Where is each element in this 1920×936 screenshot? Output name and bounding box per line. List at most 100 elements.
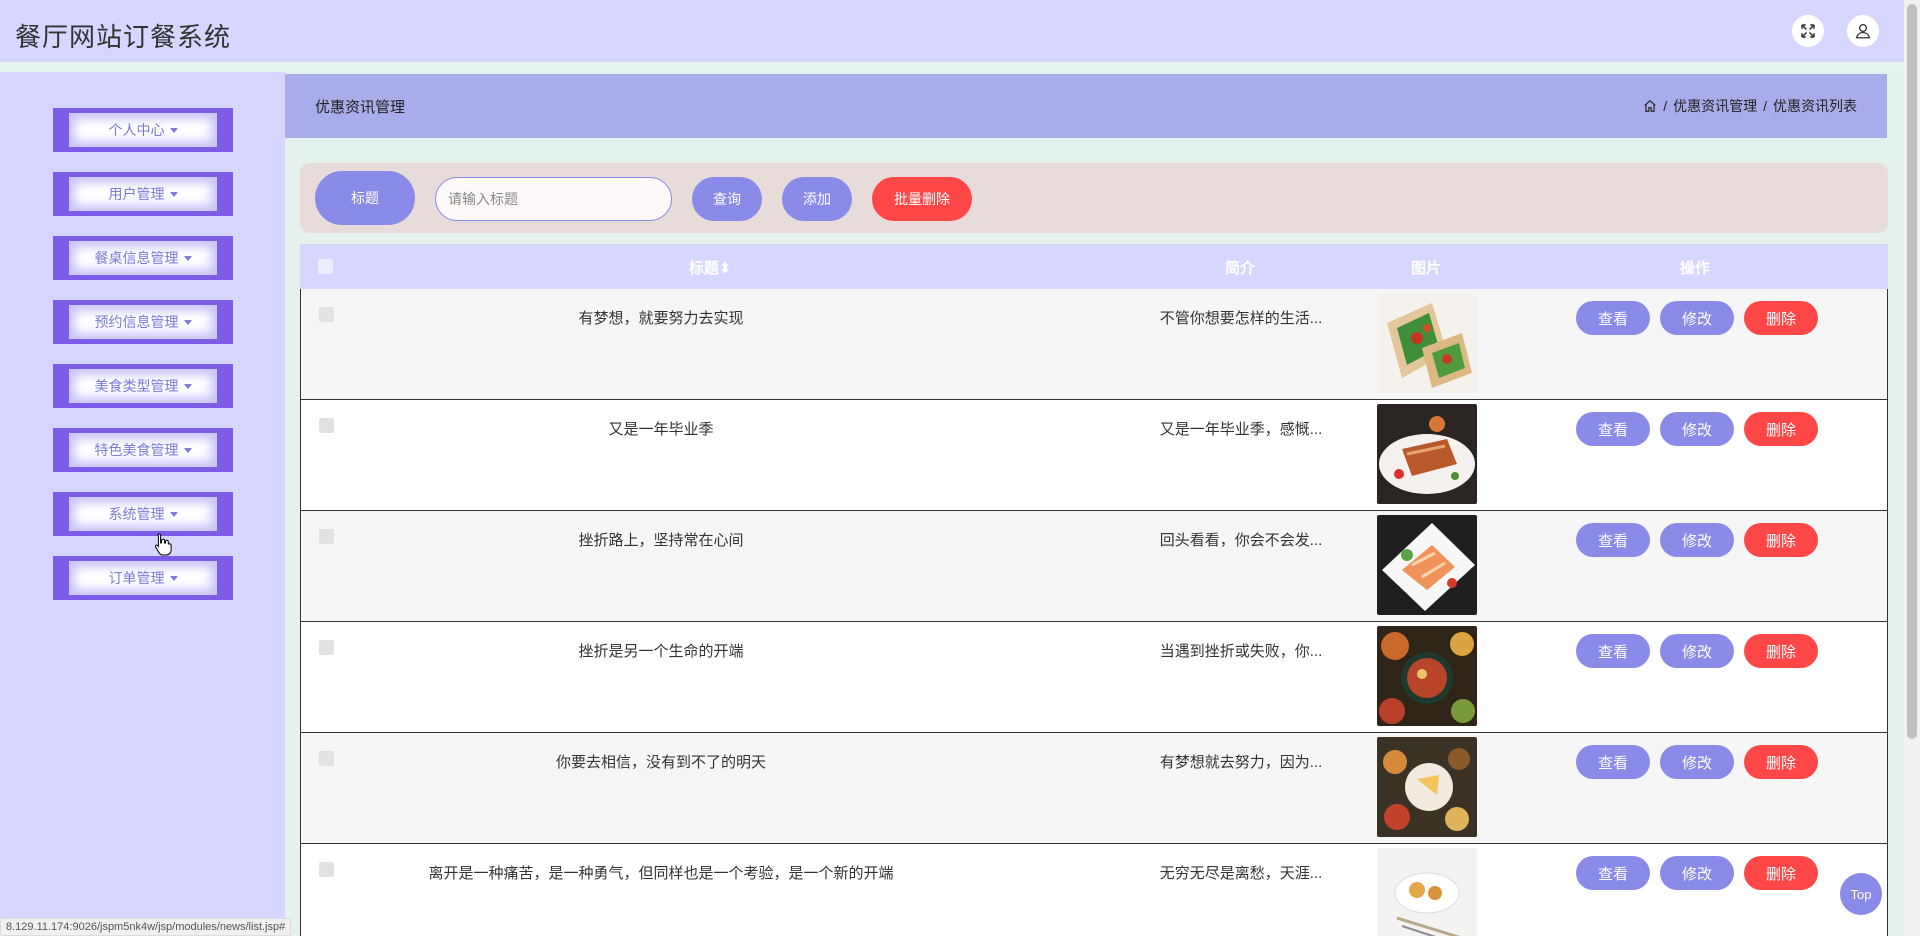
back-to-top-button[interactable]: Top — [1840, 873, 1882, 915]
sidebar-item-label: 美食类型管理 — [94, 378, 179, 394]
search-label: 标题 — [315, 171, 415, 225]
caret-down-icon — [169, 575, 178, 581]
sidebar-item-food-type[interactable]: 美食类型管理 — [53, 364, 233, 408]
sashimi-plate-image — [1377, 515, 1477, 615]
row-title: 又是一年毕业季 — [608, 421, 714, 438]
row-intro: 回头看看，你会不会发... — [1159, 532, 1323, 549]
delete-button[interactable]: 删除 — [1744, 856, 1818, 890]
sidebar-item-system[interactable]: 系统管理 — [53, 492, 233, 536]
sidebar-item-button[interactable]: 个人中心 — [69, 113, 217, 147]
breadcrumb-separator: / — [1663, 98, 1668, 114]
caret-down-icon — [183, 383, 192, 389]
sidebar-item-orders[interactable]: 订单管理 — [53, 556, 233, 600]
top-bar: 餐厅网站订餐系统 — [0, 0, 1904, 62]
table-spread-image — [1377, 626, 1477, 726]
sidebar-item-button[interactable]: 系统管理 — [69, 497, 217, 531]
delete-button[interactable]: 删除 — [1744, 523, 1818, 557]
sidebar-item-label: 餐桌信息管理 — [94, 250, 179, 266]
view-button[interactable]: 查看 — [1576, 856, 1650, 890]
sidebar-item-user-management[interactable]: 用户管理 — [53, 172, 233, 216]
query-button[interactable]: 查询 — [692, 177, 762, 221]
row-checkbox[interactable] — [319, 529, 334, 544]
content-header: 优惠资讯管理 / 优惠资讯管理 / 优惠资讯列表 — [285, 74, 1887, 138]
breadcrumb-separator: / — [1763, 98, 1767, 114]
user-button[interactable] — [1847, 15, 1879, 47]
row-intro: 无穷无尽是离愁，天涯... — [1159, 865, 1323, 882]
sidebar-item-button[interactable]: 美食类型管理 — [69, 369, 217, 403]
row-title: 离开是一种痛苦，是一种勇气，但同样也是一个考验，是一个新的开端 — [428, 865, 894, 882]
breadcrumb: / 优惠资讯管理 / 优惠资讯列表 — [1643, 96, 1857, 116]
search-bar: 标题 查询 添加 批量删除 — [300, 163, 1888, 233]
sidebar-item-special-food[interactable]: 特色美食管理 — [53, 428, 233, 472]
delete-button[interactable]: 删除 — [1744, 412, 1818, 446]
sidebar-item-label: 特色美食管理 — [94, 442, 179, 458]
home-icon[interactable] — [1643, 99, 1657, 113]
row-intro: 又是一年毕业季，感慨... — [1159, 421, 1323, 438]
table-row: 你要去相信，没有到不了的明天 有梦想就去努力，因为... 查看 修改 删除 — [300, 733, 1888, 844]
cheese-platter-image — [1377, 737, 1477, 837]
view-button[interactable]: 查看 — [1576, 634, 1650, 668]
news-table: 标题⬍ 简介 图片 操作 有梦想，就要努力去实现 不管你想要怎样的生活... 查… — [300, 244, 1888, 936]
wrap-food-image — [1377, 293, 1477, 393]
view-button[interactable]: 查看 — [1576, 412, 1650, 446]
table-header: 标题⬍ 简介 图片 操作 — [300, 244, 1888, 289]
fullscreen-button[interactable] — [1792, 15, 1824, 47]
row-checkbox[interactable] — [319, 751, 334, 766]
row-intro: 有梦想就去努力，因为... — [1159, 754, 1323, 771]
cursor-hand-icon — [154, 533, 172, 556]
row-intro: 当遇到挫折或失败，你... — [1159, 643, 1323, 660]
delete-button[interactable]: 删除 — [1744, 301, 1818, 335]
batch-delete-button[interactable]: 批量删除 — [872, 177, 972, 221]
caret-down-icon — [183, 255, 192, 261]
caret-down-icon — [169, 511, 178, 517]
table-row: 挫折是另一个生命的开端 当遇到挫折或失败，你... 查看 修改 删除 — [300, 622, 1888, 733]
sidebar-item-label: 预约信息管理 — [94, 314, 179, 330]
row-title: 挫折路上，坚持常在心间 — [578, 532, 744, 549]
sidebar-item-label: 订单管理 — [108, 570, 165, 586]
edit-button[interactable]: 修改 — [1660, 412, 1734, 446]
view-button[interactable]: 查看 — [1576, 745, 1650, 779]
fullscreen-icon — [1801, 24, 1815, 38]
sidebar-item-table-info[interactable]: 餐桌信息管理 — [53, 236, 233, 280]
column-header-title[interactable]: 标题⬍ — [650, 257, 770, 278]
search-input[interactable] — [435, 177, 672, 221]
caret-down-icon — [169, 127, 178, 133]
pastry-plate-image — [1377, 848, 1477, 936]
edit-button[interactable]: 修改 — [1660, 745, 1734, 779]
row-checkbox[interactable] — [319, 862, 334, 877]
scrollbar-thumb[interactable] — [1907, 4, 1917, 739]
edit-button[interactable]: 修改 — [1660, 523, 1734, 557]
app-title: 餐厅网站订餐系统 — [15, 22, 232, 52]
view-button[interactable]: 查看 — [1576, 523, 1650, 557]
sidebar-item-label: 系统管理 — [108, 506, 165, 522]
page-title: 优惠资讯管理 — [315, 99, 406, 116]
edit-button[interactable]: 修改 — [1660, 301, 1734, 335]
sidebar-item-button[interactable]: 特色美食管理 — [69, 433, 217, 467]
table-row: 挫折路上，坚持常在心间 回头看看，你会不会发... 查看 修改 删除 — [300, 511, 1888, 622]
sidebar-item-button[interactable]: 餐桌信息管理 — [69, 241, 217, 275]
table-row: 又是一年毕业季 又是一年毕业季，感慨... 查看 修改 删除 — [300, 400, 1888, 511]
view-button[interactable]: 查看 — [1576, 301, 1650, 335]
sidebar-item-button[interactable]: 用户管理 — [69, 177, 217, 211]
delete-button[interactable]: 删除 — [1744, 745, 1818, 779]
add-button[interactable]: 添加 — [782, 177, 852, 221]
breadcrumb-item-current: 优惠资讯列表 — [1773, 98, 1857, 114]
sidebar-item-label: 个人中心 — [108, 122, 165, 138]
edit-button[interactable]: 修改 — [1660, 634, 1734, 668]
sidebar-item-personal-center[interactable]: 个人中心 — [53, 108, 233, 152]
select-all-checkbox[interactable] — [318, 259, 333, 274]
row-title: 有梦想，就要努力去实现 — [578, 310, 744, 327]
row-checkbox[interactable] — [319, 307, 334, 322]
sidebar-item-button[interactable]: 订单管理 — [69, 561, 217, 595]
sidebar-item-button[interactable]: 预约信息管理 — [69, 305, 217, 339]
edit-button[interactable]: 修改 — [1660, 856, 1734, 890]
caret-down-icon — [183, 319, 192, 325]
breadcrumb-item[interactable]: 优惠资讯管理 — [1673, 96, 1757, 116]
divider — [0, 62, 1904, 72]
delete-button[interactable]: 删除 — [1744, 634, 1818, 668]
caret-down-icon — [169, 191, 178, 197]
row-checkbox[interactable] — [319, 640, 334, 655]
column-header-image: 图片 — [1410, 260, 1441, 277]
row-checkbox[interactable] — [319, 418, 334, 433]
sidebar-item-reservation[interactable]: 预约信息管理 — [53, 300, 233, 344]
